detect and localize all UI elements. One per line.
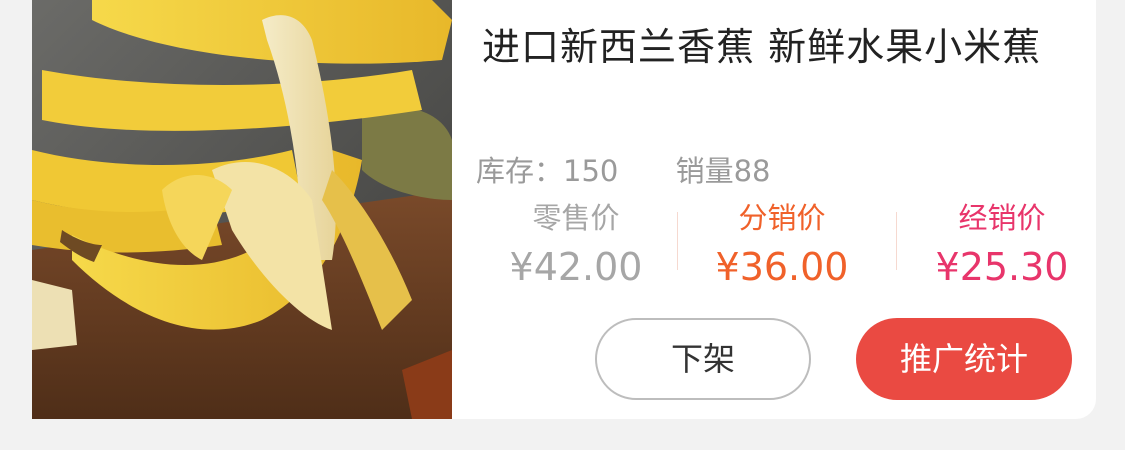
dealer-price-value: ¥25.30 xyxy=(935,245,1069,289)
retail-price-block: 零售价 ¥42.00 xyxy=(476,198,676,294)
product-image[interactable] xyxy=(32,0,452,419)
distribution-price-label: 分销价 xyxy=(738,201,826,235)
dealer-price-label: 经销价 xyxy=(958,201,1046,235)
price-divider xyxy=(896,212,897,270)
product-meta: 库存：150 销量88 xyxy=(476,148,770,190)
banana-image-icon xyxy=(32,0,452,419)
distribution-price-block: 分销价 ¥36.00 xyxy=(682,198,882,294)
delist-button[interactable]: 下架 xyxy=(595,318,811,400)
dealer-price-block: 经销价 ¥25.30 xyxy=(902,198,1096,294)
distribution-price-value: ¥36.00 xyxy=(715,245,849,289)
product-card: 进口新西兰香蕉 新鲜水果小米蕉 库存：150 销量88 零售价 ¥42.00 分… xyxy=(32,0,1096,419)
stock-count: 库存：150 xyxy=(476,154,619,188)
sales-count: 销量88 xyxy=(675,154,771,188)
price-row: 零售价 ¥42.00 分销价 ¥36.00 经销价 ¥25.30 xyxy=(476,198,1096,289)
price-divider xyxy=(677,212,678,270)
product-title[interactable]: 进口新西兰香蕉 新鲜水果小米蕉 xyxy=(482,18,1092,76)
retail-price-value: ¥42.00 xyxy=(509,245,643,289)
retail-price-label: 零售价 xyxy=(532,201,620,235)
promotion-stats-button[interactable]: 推广统计 xyxy=(856,318,1072,400)
